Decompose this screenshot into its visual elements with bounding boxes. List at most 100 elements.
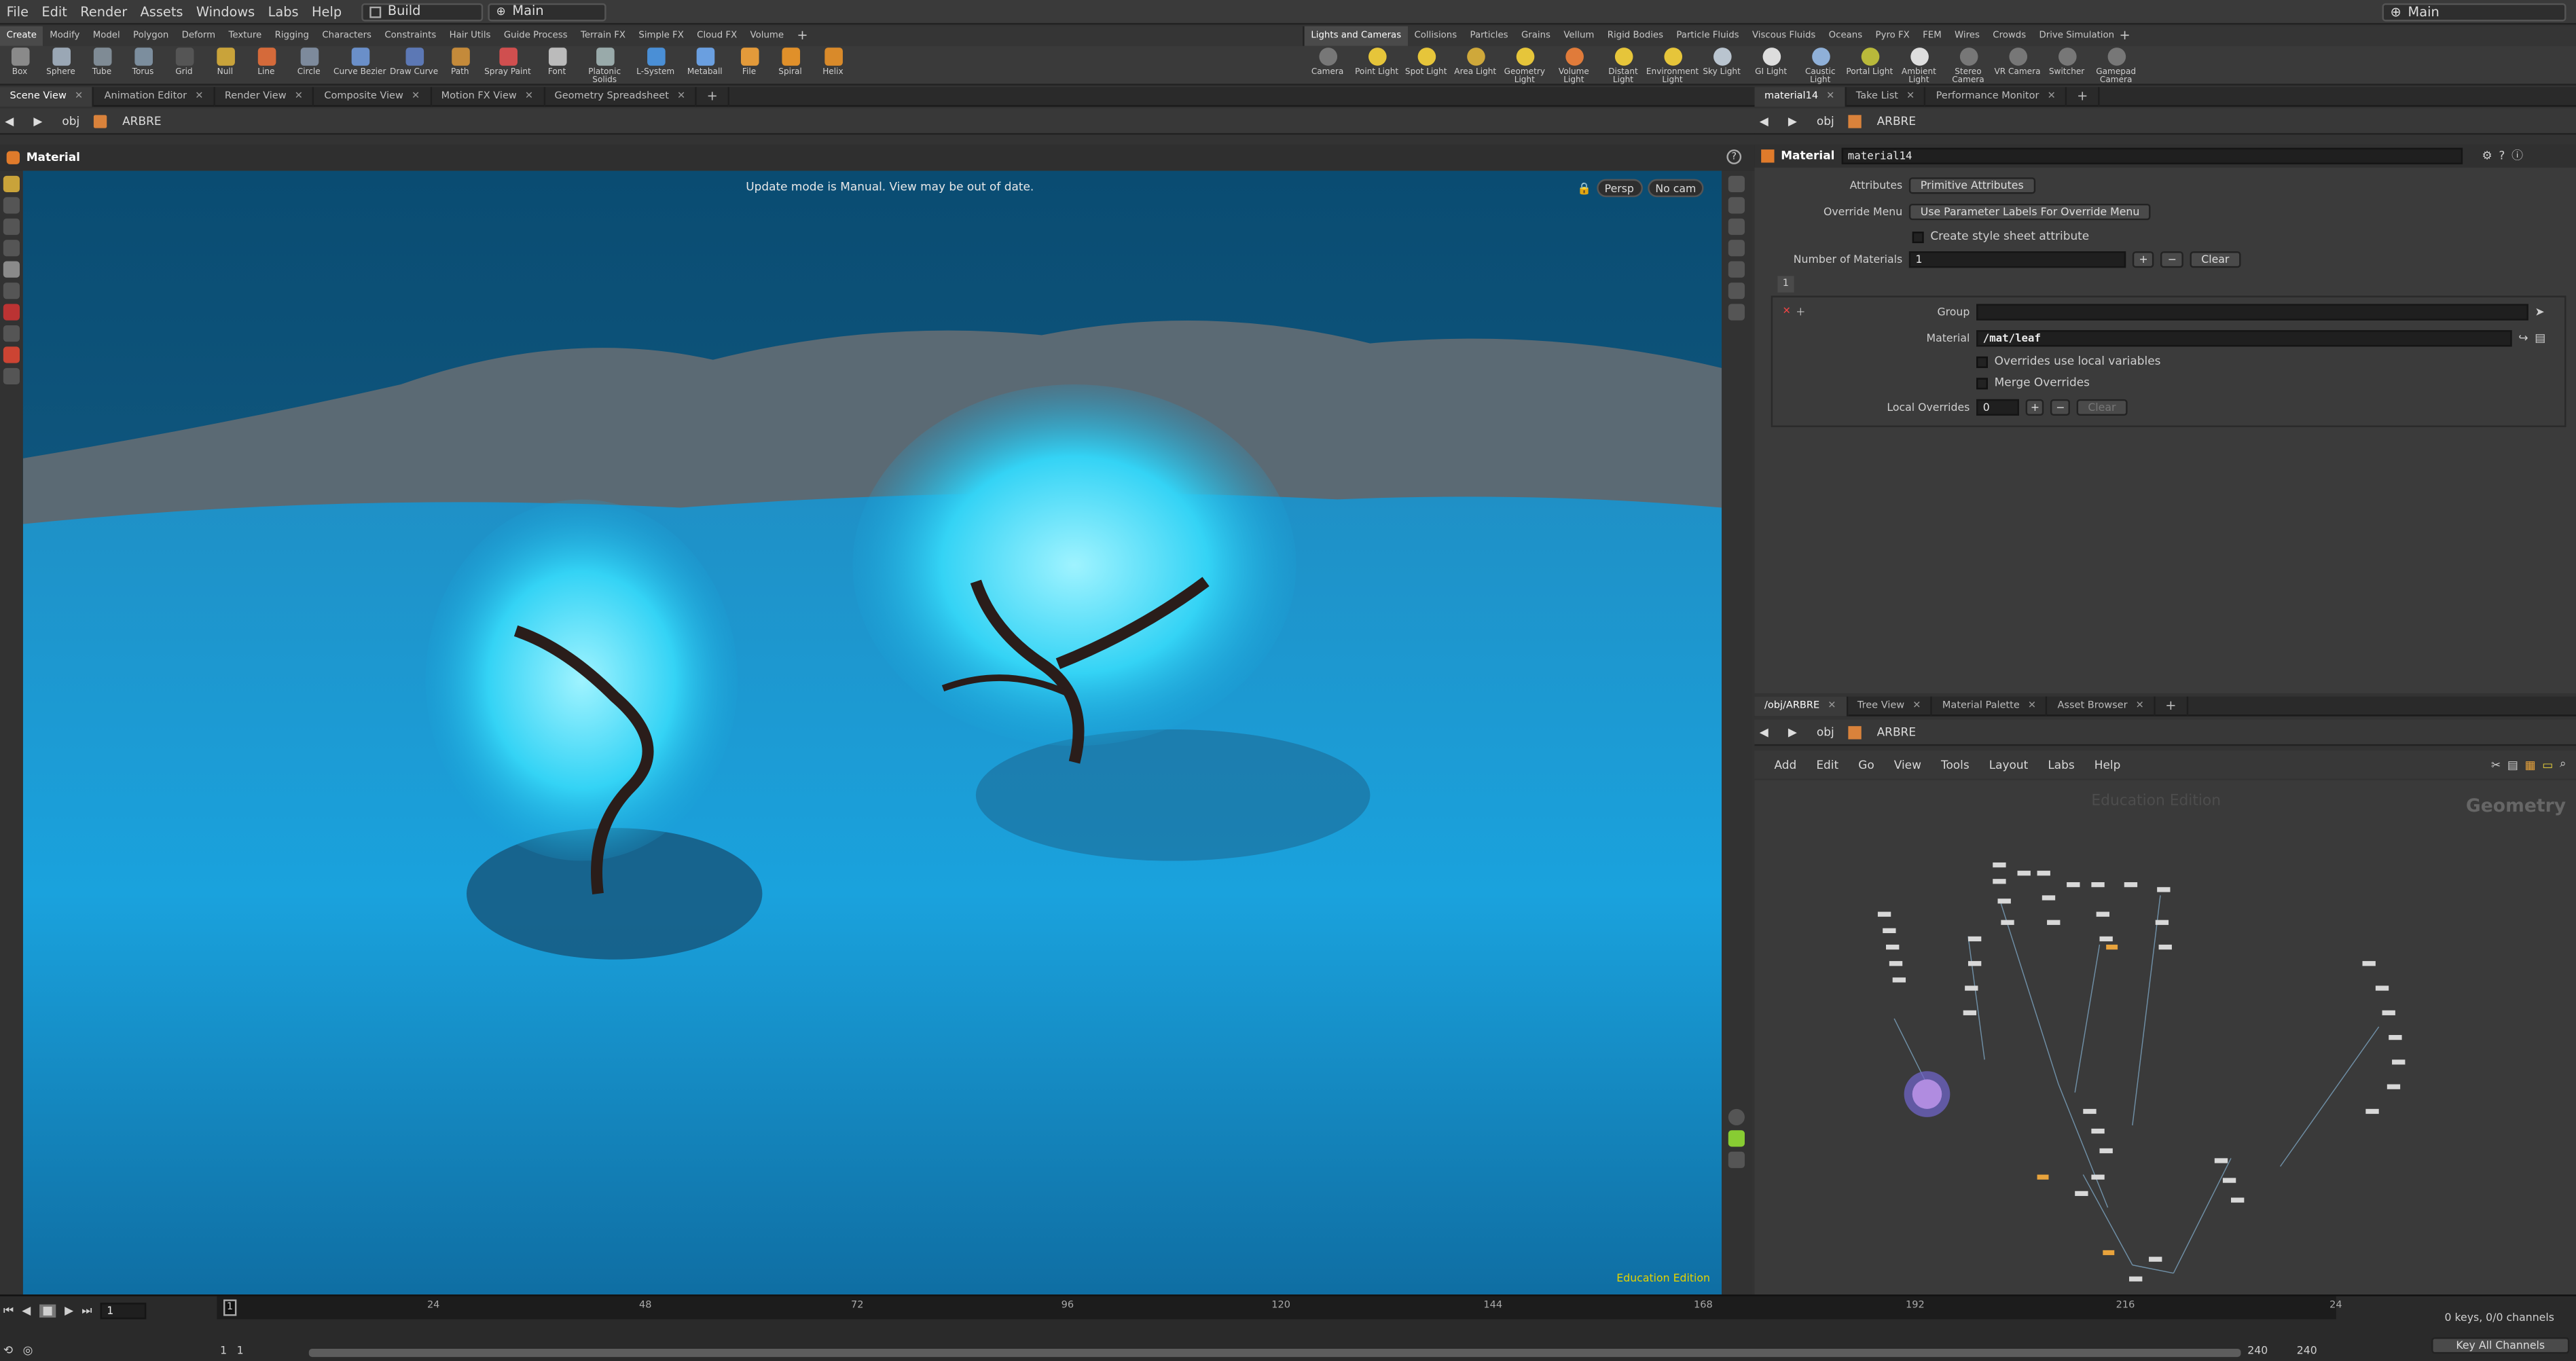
view-tool-icon[interactable] [3,304,20,321]
shelf-tab-polygon[interactable]: Polygon [126,26,175,46]
snap-tool-icon[interactable] [3,325,20,342]
tool-curve-bezier[interactable]: Curve Bezier [332,46,388,86]
close-icon[interactable]: ✕ [1906,86,1915,106]
shelf-tab-lights-and-cameras[interactable]: Lights and Cameras [1304,26,1408,46]
shelf-tab-volume[interactable]: Volume [744,26,791,46]
step-back-icon[interactable]: ◀ [22,1305,31,1318]
close-icon[interactable]: ✕ [2048,86,2056,106]
clear-overrides-button[interactable]: Clear [2076,399,2128,416]
tool-path[interactable]: Path [440,46,479,86]
network-menu-view[interactable]: View [1884,758,1931,771]
shelf-tab-cloud-fx[interactable]: Cloud FX [691,26,744,46]
close-icon[interactable]: ✕ [525,86,533,106]
group-select-arrow-icon[interactable]: ➤ [2535,306,2545,319]
menu-labs[interactable]: Labs [261,0,305,24]
scene-tab-render-view[interactable]: Render View ✕ [215,86,314,107]
params-tab-material14[interactable]: material14 ✕ [1754,86,1847,107]
arbre-path-item[interactable]: ARBRE [1872,114,1921,127]
tool-environment-light[interactable]: Environment Light [1646,46,1699,86]
obj-path-item[interactable]: obj [1812,725,1839,738]
lock-camera-icon[interactable] [1728,197,1745,214]
range-end2-field[interactable]: 240 [2297,1344,2317,1357]
tool-point-light[interactable]: Point Light [1352,46,1402,86]
menu-assets[interactable]: Assets [134,0,189,24]
help-icon[interactable]: ? [2499,149,2505,162]
camera-dropdown[interactable]: No cam [1647,179,1705,198]
scene-viewport[interactable]: Update mode is Manual. View may be out o… [22,170,1722,1295]
add-network-tab-button[interactable]: + [2156,695,2188,716]
shelf-tab-terrain-fx[interactable]: Terrain FX [574,26,632,46]
network-menu-edit[interactable]: Edit [1807,758,1849,771]
remove-material-button[interactable]: − [2161,251,2183,268]
tool-circle[interactable]: Circle [286,46,332,86]
range-end-field[interactable]: 240 [2247,1344,2268,1357]
material-field[interactable]: /mat/leaf [1976,330,2512,347]
arbre-path-item[interactable]: ARBRE [1872,725,1921,738]
tool-geometry-light[interactable]: Geometry Light [1500,46,1550,86]
range-start2-field[interactable]: 1 [237,1344,244,1357]
close-icon[interactable]: ✕ [2028,695,2036,715]
scene-tab-composite-view[interactable]: Composite View ✕ [314,86,432,107]
shelf-tab-simple-fx[interactable]: Simple FX [632,26,691,46]
list-view-icon[interactable]: ▤ [2507,758,2518,771]
network-menu-tools[interactable]: Tools [1931,758,1979,771]
shelf-tab-particles[interactable]: Particles [1464,26,1514,46]
shelf-tab-constraints[interactable]: Constraints [378,26,443,46]
light-icon[interactable] [1728,218,1745,235]
network-tab-asset-browser[interactable]: Asset Browser ✕ [2048,695,2156,716]
close-icon[interactable]: ✕ [412,86,420,106]
tool-helix[interactable]: Helix [812,46,854,86]
multiparm-tab[interactable]: 1 [1777,276,1794,293]
scene-tab-geometry-spreadsheet[interactable]: Geometry Spreadsheet ✕ [545,86,697,107]
tool-font[interactable]: Font [536,46,579,86]
info-icon[interactable] [1728,1108,1745,1126]
snapshot-icon[interactable] [1728,304,1745,321]
close-icon[interactable]: ✕ [295,86,303,106]
gear-icon[interactable]: ⚙ [2482,149,2492,162]
remove-instance-icon[interactable]: ✕ [1783,306,1791,317]
tool-sphere[interactable]: Sphere [39,46,82,86]
menu-help[interactable]: Help [305,0,348,24]
magnet-icon[interactable] [3,346,20,363]
range-start-field[interactable]: 1 [220,1344,227,1357]
display-options-icon[interactable] [1728,175,1745,193]
add-material-button[interactable]: + [2132,251,2155,268]
obj-path-item[interactable]: obj [1812,114,1839,127]
override-menu-dropdown[interactable]: Use Parameter Labels For Override Menu [1908,203,2152,221]
tool-area-light[interactable]: Area Light [1451,46,1500,86]
build-desktop-dropdown[interactable]: Build [361,2,484,21]
forward-arrow-icon[interactable]: ▶ [29,114,48,127]
stop-icon[interactable]: ■ [39,1304,57,1318]
note-icon[interactable]: ▭ [2542,758,2553,771]
tool-platonic-solids[interactable]: Platonic Solids [578,46,630,86]
tool-portal-light[interactable]: Portal Light [1845,46,1895,86]
back-arrow-icon[interactable]: ◀ [1754,114,1773,127]
params-tab-take-list[interactable]: Take List ✕ [1846,86,1927,107]
tool-vr-camera[interactable]: VR Camera [1993,46,2042,86]
jump-start-icon[interactable]: ⏮ [3,1303,14,1318]
tool-grid[interactable]: Grid [164,46,204,86]
shelf-tab-modify[interactable]: Modify [43,26,86,46]
close-icon[interactable]: ✕ [195,86,203,106]
tool-spot-light[interactable]: Spot Light [1401,46,1451,86]
tool-spiral[interactable]: Spiral [769,46,812,86]
tool-distant-light[interactable]: Distant Light [1599,46,1648,86]
network-menu-go[interactable]: Go [1849,758,1885,771]
tool-caustic-light[interactable]: Caustic Light [1796,46,1845,86]
jump-end-icon[interactable]: ⏭ [81,1303,92,1318]
close-icon[interactable]: ✕ [1826,86,1834,106]
shelf-tab-particle-fluids[interactable]: Particle Fluids [1670,26,1746,46]
tool-line[interactable]: Line [247,46,286,86]
shelf-tab-grains[interactable]: Grains [1514,26,1557,46]
scene-tab-motion-fx-view[interactable]: Motion FX View ✕ [431,86,545,107]
tool-spray-paint[interactable]: Spray Paint [479,46,535,86]
tool-gamepad-camera[interactable]: Gamepad Camera [2091,46,2141,86]
close-icon[interactable]: ✕ [1828,695,1836,715]
info-icon[interactable]: ⓘ [2511,148,2523,164]
add-params-tab-button[interactable]: + [2067,86,2100,107]
add-shelf-tab-button-right[interactable]: + [2113,26,2137,46]
group-field[interactable] [1976,304,2528,321]
shelf-tab-characters[interactable]: Characters [316,26,378,46]
clear-materials-button[interactable]: Clear [2190,251,2241,268]
shelf-tab-texture[interactable]: Texture [222,26,268,46]
